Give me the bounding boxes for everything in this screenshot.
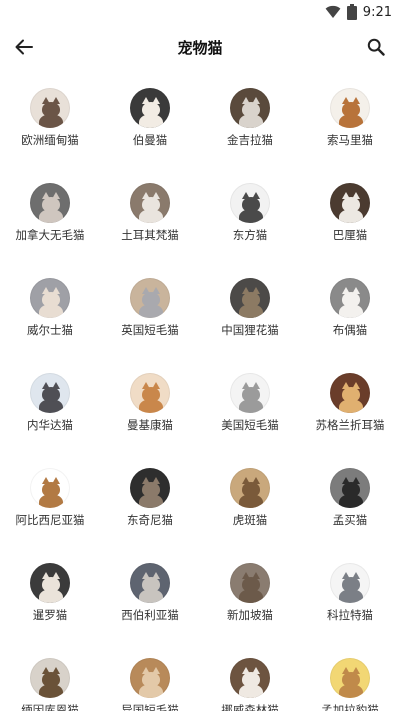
breed-avatar [30, 468, 70, 508]
breed-avatar [30, 278, 70, 318]
breed-item[interactable]: 威尔士猫 [0, 260, 100, 355]
breed-avatar [330, 468, 370, 508]
breed-name: 异国短毛猫 [121, 703, 179, 711]
breed-item[interactable]: 苏格兰折耳猫 [300, 355, 400, 450]
breed-avatar [30, 563, 70, 603]
app-bar: 宠物猫 [0, 24, 400, 70]
breed-avatar [130, 183, 170, 223]
breed-item[interactable]: 异国短毛猫 [100, 640, 200, 711]
breed-item[interactable]: 英国短毛猫 [100, 260, 200, 355]
breed-name: 阿比西尼亚猫 [15, 513, 85, 527]
breed-avatar [30, 373, 70, 413]
breed-name: 孟买猫 [332, 513, 368, 527]
breed-item[interactable]: 中国狸花猫 [200, 260, 300, 355]
breed-item[interactable]: 缅因库恩猫 [0, 640, 100, 711]
breed-item[interactable]: 金吉拉猫 [200, 70, 300, 165]
breed-avatar [330, 563, 370, 603]
breed-item[interactable]: 东方猫 [200, 165, 300, 260]
breed-name: 欧洲缅甸猫 [21, 133, 79, 147]
breed-name: 东方猫 [232, 228, 268, 242]
breed-avatar [330, 183, 370, 223]
breed-name: 西伯利亚猫 [121, 608, 179, 622]
breed-item[interactable]: 内华达猫 [0, 355, 100, 450]
breed-item[interactable]: 暹罗猫 [0, 545, 100, 640]
breed-name: 苏格兰折耳猫 [315, 418, 385, 432]
breed-item[interactable]: 阿比西尼亚猫 [0, 450, 100, 545]
breed-item[interactable]: 孟加拉豹猫 [300, 640, 400, 711]
breed-item[interactable]: 西伯利亚猫 [100, 545, 200, 640]
breed-item[interactable]: 加拿大无毛猫 [0, 165, 100, 260]
breed-item[interactable]: 东奇尼猫 [100, 450, 200, 545]
breed-avatar [230, 373, 270, 413]
breed-avatar [330, 88, 370, 128]
breed-avatar [30, 183, 70, 223]
breed-avatar [130, 373, 170, 413]
breed-avatar [30, 658, 70, 698]
breed-name: 虎斑猫 [232, 513, 268, 527]
breed-item[interactable]: 布偶猫 [300, 260, 400, 355]
breed-avatar [230, 468, 270, 508]
breed-name: 东奇尼猫 [127, 513, 173, 527]
breed-name: 美国短毛猫 [221, 418, 279, 432]
breed-name: 土耳其梵猫 [121, 228, 179, 242]
breed-name: 中国狸花猫 [221, 323, 279, 337]
battery-icon [346, 4, 357, 20]
breed-name: 内华达猫 [27, 418, 73, 432]
search-icon [367, 38, 385, 56]
breed-avatar [130, 88, 170, 128]
breed-item[interactable]: 曼基康猫 [100, 355, 200, 450]
breed-name: 科拉特猫 [327, 608, 373, 622]
breed-name: 加拿大无毛猫 [15, 228, 85, 242]
breed-grid: 欧洲缅甸猫 伯曼猫 金吉拉猫 索马里猫加拿大无毛猫 土耳其梵猫 东方猫 巴厘猫威尔士猫 英国短… [0, 70, 400, 711]
page-title: 宠物猫 [177, 39, 223, 57]
status-time: 9:21 [362, 4, 392, 20]
breed-name: 孟加拉豹猫 [321, 703, 379, 711]
breed-item[interactable]: 美国短毛猫 [200, 355, 300, 450]
search-button[interactable] [362, 33, 390, 61]
breed-name: 威尔士猫 [27, 323, 73, 337]
breed-item[interactable]: 巴厘猫 [300, 165, 400, 260]
breed-item[interactable]: 虎斑猫 [200, 450, 300, 545]
breed-name: 缅因库恩猫 [21, 703, 79, 711]
breed-avatar [230, 278, 270, 318]
breed-name: 暹罗猫 [32, 608, 68, 622]
breed-item[interactable]: 索马里猫 [300, 70, 400, 165]
breed-avatar [230, 658, 270, 698]
breed-item[interactable]: 新加坡猫 [200, 545, 300, 640]
breed-name: 新加坡猫 [227, 608, 273, 622]
breed-name: 英国短毛猫 [121, 323, 179, 337]
breed-item[interactable]: 欧洲缅甸猫 [0, 70, 100, 165]
breed-avatar [130, 563, 170, 603]
breed-avatar [230, 563, 270, 603]
breed-name: 曼基康猫 [127, 418, 173, 432]
breed-avatar [30, 88, 70, 128]
wifi-icon [325, 5, 341, 18]
breed-avatar [230, 88, 270, 128]
breed-item[interactable]: 挪威森林猫 [200, 640, 300, 711]
breed-item[interactable]: 土耳其梵猫 [100, 165, 200, 260]
breed-item[interactable]: 科拉特猫 [300, 545, 400, 640]
breed-name: 巴厘猫 [332, 228, 368, 242]
breed-name: 挪威森林猫 [221, 703, 279, 711]
breed-avatar [230, 183, 270, 223]
breed-avatar [330, 658, 370, 698]
breed-item[interactable]: 伯曼猫 [100, 70, 200, 165]
breed-avatar [330, 278, 370, 318]
breed-avatar [130, 468, 170, 508]
status-bar: 9:21 [0, 0, 400, 24]
breed-avatar [130, 278, 170, 318]
breed-name: 金吉拉猫 [227, 133, 273, 147]
breed-item[interactable]: 孟买猫 [300, 450, 400, 545]
breed-name: 伯曼猫 [132, 133, 168, 147]
breed-avatar [130, 658, 170, 698]
breed-avatar [330, 373, 370, 413]
breed-name: 布偶猫 [332, 323, 368, 337]
breed-name: 索马里猫 [327, 133, 373, 147]
